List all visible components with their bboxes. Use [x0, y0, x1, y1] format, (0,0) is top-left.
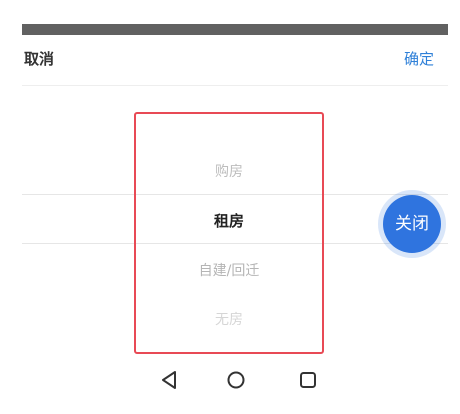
header-divider [22, 85, 448, 86]
system-nav-bar [22, 360, 448, 400]
cancel-button[interactable]: 取消 [24, 48, 54, 69]
picker-option-self-built[interactable]: 自建/回迁 [134, 260, 324, 280]
picker-option-buy[interactable]: 购房 [134, 161, 324, 181]
home-circle-icon[interactable] [222, 366, 250, 394]
close-fab-button[interactable]: 关闭 [383, 195, 441, 253]
picker-option-no-house[interactable]: 无房 [134, 309, 324, 329]
recent-square-icon[interactable] [294, 366, 322, 394]
back-triangle-icon[interactable] [155, 366, 183, 394]
confirm-button[interactable]: 确定 [404, 48, 434, 69]
picker-option-rent-selected[interactable]: 租房 [134, 210, 324, 231]
status-bar [22, 24, 448, 35]
